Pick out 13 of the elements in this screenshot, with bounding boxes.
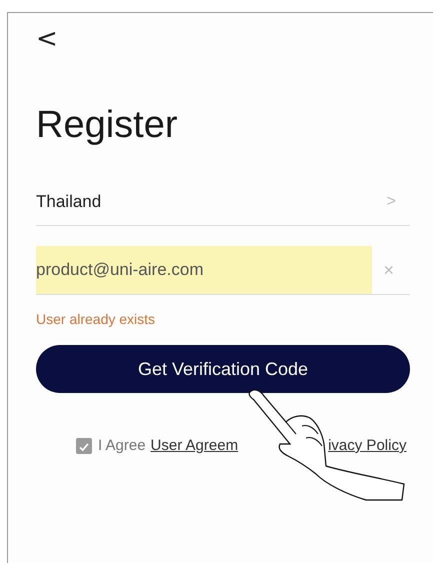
get-verification-code-button[interactable]: Get Verification Code (36, 345, 410, 393)
country-value: Thailand (36, 192, 102, 212)
back-button[interactable]: < (36, 25, 58, 53)
agreement-text: I Agree (98, 437, 146, 454)
user-agreement-link[interactable]: User Agreem (150, 437, 238, 454)
agreement-checkbox[interactable] (76, 438, 92, 454)
email-value: product@uni-aire.com (36, 246, 372, 294)
chevron-icon: > (386, 193, 396, 211)
error-message: User already exists (36, 311, 156, 327)
email-field[interactable]: product@uni-aire.com × (36, 246, 410, 295)
privacy-policy-link[interactable]: ivacy Policy (328, 437, 406, 454)
country-selector[interactable]: Thailand > (36, 179, 410, 226)
page-title: Register (36, 103, 178, 148)
